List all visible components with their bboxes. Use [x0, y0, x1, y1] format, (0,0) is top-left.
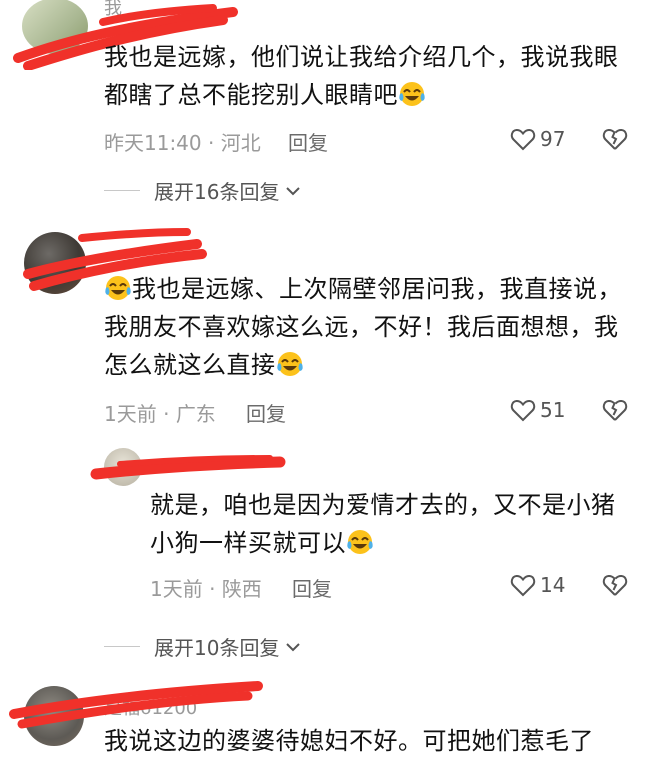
comment-username[interactable]: 我 — [104, 0, 122, 20]
chevron-down-icon — [286, 186, 301, 195]
laughing-tears-emoji-icon — [105, 276, 131, 300]
like-count: 51 — [540, 398, 566, 422]
avatar[interactable] — [104, 448, 142, 486]
laughing-tears-emoji-icon — [276, 352, 303, 376]
comment-meta: 1天前 · 广东 — [104, 398, 216, 427]
like-count: 14 — [540, 573, 566, 597]
meta-separator: · — [208, 131, 215, 155]
divider-line — [104, 190, 140, 191]
avatar[interactable] — [24, 686, 84, 746]
comment-time: 昨天11:40 — [104, 131, 202, 155]
expand-replies-button[interactable]: 展开16条回复 — [104, 176, 301, 205]
broken-heart-icon[interactable] — [601, 571, 629, 599]
like-count: 97 — [540, 127, 566, 151]
comment-text-body: 我也是远嫁、上次隔壁邻居问我，我直接说，我朋友不喜欢嫁这么远，不好！我后面想想，… — [104, 275, 622, 379]
meta-separator: · — [163, 402, 170, 426]
comment-text: 我说这边的婆婆待媳妇不好。可把她们惹毛了 — [104, 722, 640, 760]
comment-1: 我 我也是远嫁，他们说让我给介绍几个，我说我眼都瞎了总不能挖别人眼睛吧 昨天11… — [0, 0, 660, 210]
laughing-tears-emoji-icon — [399, 82, 425, 106]
reply-button[interactable]: 回复 — [292, 573, 332, 602]
comment-meta: 昨天11:40 · 河北 — [104, 127, 261, 156]
reply-time: 1天前 — [150, 577, 203, 601]
comment-location: 广东 — [175, 402, 216, 426]
heart-outline-icon — [510, 399, 536, 422]
expand-replies-button[interactable]: 展开10条回复 — [104, 632, 301, 661]
avatar[interactable] — [22, 0, 88, 54]
divider-line — [104, 646, 140, 647]
reply-button[interactable]: 回复 — [288, 127, 328, 156]
like-button[interactable]: 51 — [510, 396, 565, 424]
meta-separator: · — [209, 577, 216, 601]
broken-heart-icon[interactable] — [601, 125, 629, 153]
like-button[interactable]: 97 — [510, 125, 565, 153]
laughing-tears-emoji-icon — [347, 530, 373, 554]
comment-location: 河北 — [220, 131, 261, 155]
comment-text: 我也是远嫁、上次隔壁邻居问我，我直接说，我朋友不喜欢嫁这么远，不好！我后面想想，… — [104, 270, 624, 384]
expand-replies-label: 展开10条回复 — [154, 636, 280, 660]
expand-replies-label: 展开16条回复 — [154, 180, 280, 204]
comment-text: 我也是远嫁，他们说让我给介绍几个，我说我眼都瞎了总不能挖别人眼睛吧 — [104, 38, 640, 114]
comment-text-body: 我也是远嫁，他们说让我给介绍几个，我说我眼都瞎了总不能挖别人眼睛吧 — [104, 43, 619, 109]
comment-time: 1天前 — [104, 402, 157, 426]
heart-outline-icon — [510, 574, 536, 597]
comment-2: 我也是远嫁、上次隔壁邻居问我，我直接说，我朋友不喜欢嫁这么远，不好！我后面想想，… — [0, 210, 660, 670]
comment-3: 是福61200 我说这边的婆婆待媳妇不好。可把她们惹毛了 — [0, 670, 660, 764]
broken-heart-icon[interactable] — [601, 396, 629, 424]
like-button[interactable]: 14 — [510, 571, 565, 599]
reply-text: 就是，咱也是因为爱情才去的，又不是小猪小狗一样买就可以 — [150, 486, 630, 562]
comment-username[interactable]: 是福61200 — [104, 694, 197, 720]
avatar[interactable] — [24, 232, 86, 294]
reply-button[interactable]: 回复 — [246, 398, 286, 427]
comment-text-body: 我说这边的婆婆待媳妇不好。可把她们惹毛了 — [104, 727, 594, 755]
reply-location: 陕西 — [221, 577, 262, 601]
reply-meta: 1天前 · 陕西 — [150, 573, 262, 602]
chevron-down-icon — [286, 642, 301, 651]
heart-outline-icon — [510, 128, 536, 151]
reply-text-body: 就是，咱也是因为爱情才去的，又不是小猪小狗一样买就可以 — [150, 491, 616, 557]
